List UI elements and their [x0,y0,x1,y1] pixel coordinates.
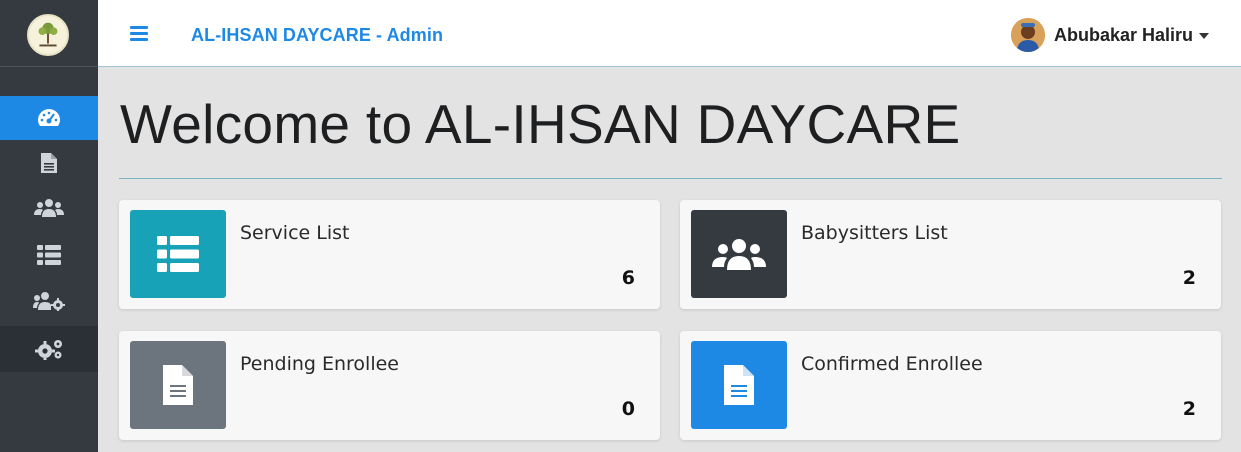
page-title: Welcome to AL-IHSAN DAYCARE [120,93,961,155]
brand-title[interactable]: AL-IHSAN DAYCARE - Admin [191,25,443,46]
list-icon [37,245,61,265]
confirmed-enrollee-card[interactable]: Confirmed Enrollee 2 [680,331,1221,440]
list-icon [157,236,199,272]
sidebar-brand [0,0,98,66]
sidebar-item-enrollees[interactable] [0,141,98,185]
sidebar-divider [0,66,98,67]
service-list-card[interactable]: Service List 6 [119,200,660,309]
card-count: 6 [621,267,635,289]
avatar [1010,18,1045,52]
card-count: 2 [1182,267,1196,289]
menu-toggle-icon[interactable] [130,26,148,41]
confirmed-enrollee-icon-box [691,341,787,429]
file-icon [41,153,57,173]
babysitters-list-card[interactable]: Babysitters List 2 [680,200,1221,309]
file-icon [724,365,754,405]
card-label: Babysitters List [801,222,948,244]
users-icon [712,239,766,270]
cogs-icon [35,340,62,360]
daycare-logo[interactable] [27,14,69,56]
file-icon [163,365,193,405]
pending-enrollee-card[interactable]: Pending Enrollee 0 [119,331,660,440]
sidebar-item-users[interactable] [0,279,98,323]
title-divider [119,178,1222,179]
card-label: Pending Enrollee [240,353,399,375]
card-count: 2 [1182,398,1196,420]
card-label: Service List [240,222,350,244]
caret-down-icon [1199,33,1209,39]
service-list-icon-box [130,210,226,298]
tachometer-icon [38,109,60,126]
sidebar-item-dashboard[interactable] [0,96,98,140]
card-count: 0 [621,398,635,420]
sidebar-item-services[interactable] [0,233,98,277]
sidebar [0,0,98,452]
sidebar-item-settings[interactable] [0,326,98,372]
card-label: Confirmed Enrollee [801,353,983,375]
sidebar-item-babysitters[interactable] [0,186,98,230]
user-menu[interactable]: Abubakar Haliru [1010,18,1209,52]
users-cog-icon [33,292,65,311]
pending-enrollee-icon-box [130,341,226,429]
user-name: Abubakar Haliru [1053,24,1193,45]
users-icon [34,199,64,217]
babysitters-list-icon-box [691,210,787,298]
top-navbar: AL-IHSAN DAYCARE - Admin Abubakar Haliru [98,0,1241,67]
